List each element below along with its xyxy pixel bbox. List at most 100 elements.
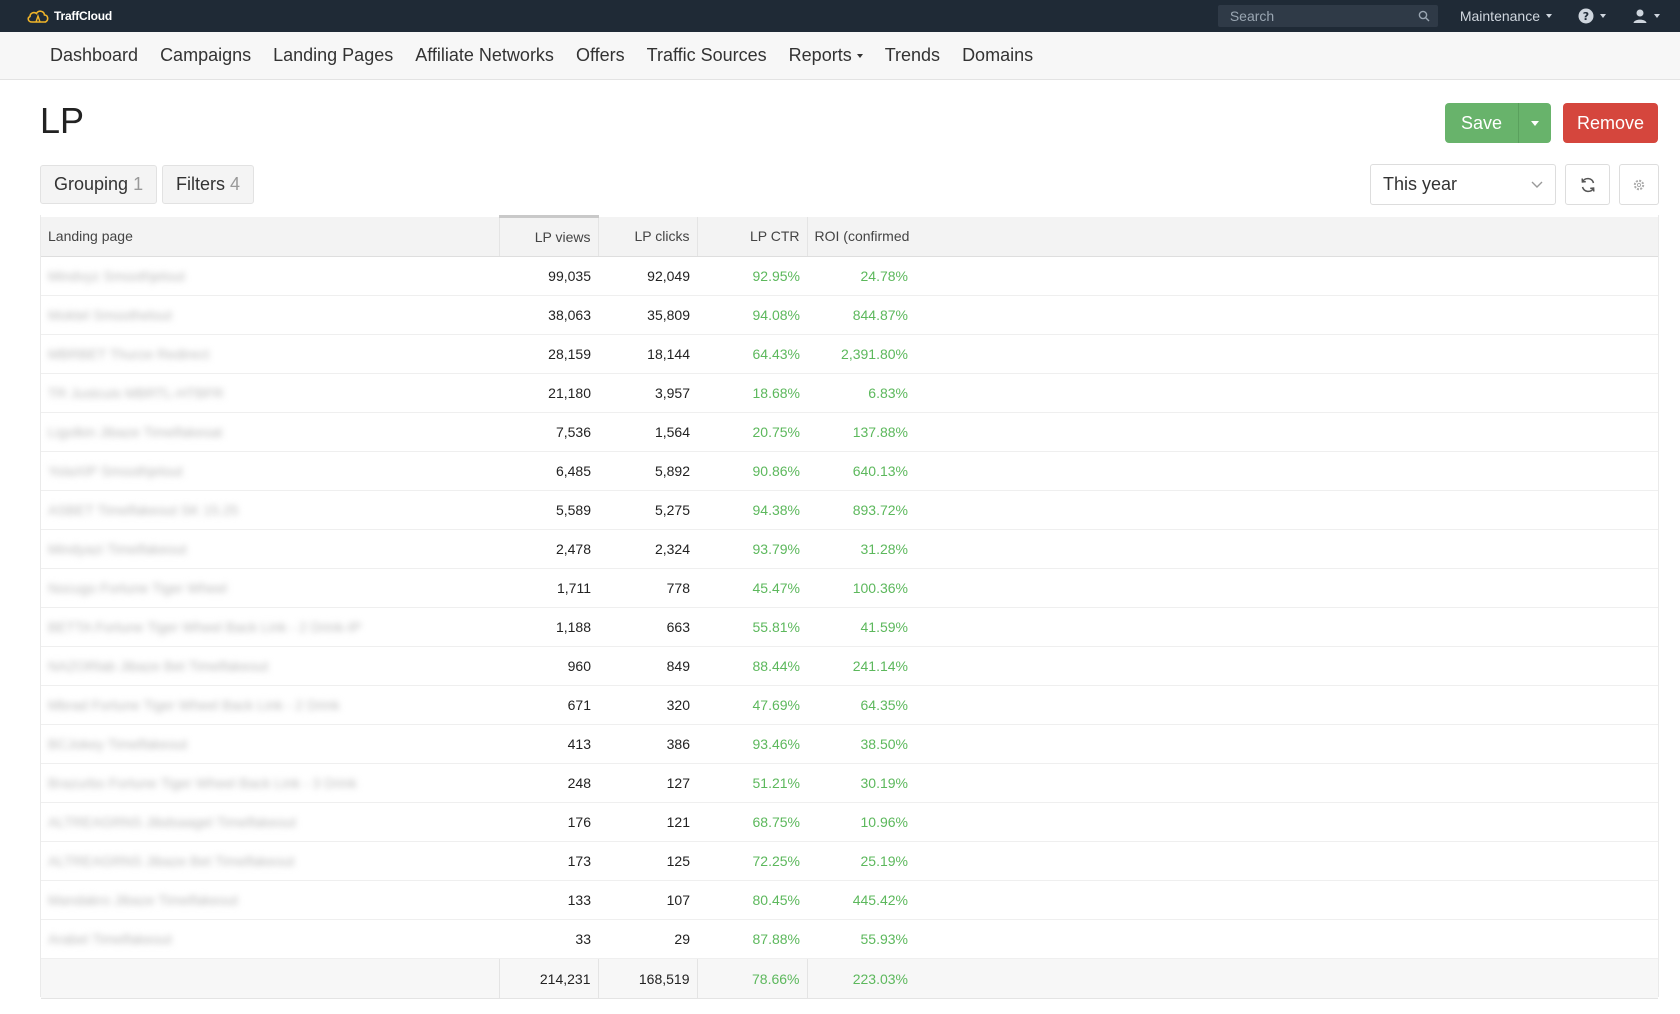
lp-clicks-cell: 5,275 xyxy=(598,490,697,530)
landing-page-name[interactable]: Moktel Smoothelout xyxy=(48,307,172,323)
lp-views-cell: 99,035 xyxy=(499,256,598,296)
nav-trends[interactable]: Trends xyxy=(885,45,940,66)
save-split-button: Save xyxy=(1444,103,1551,143)
landing-page-name[interactable]: ALTREAGRNS Jibdsaagel Timelfakeout xyxy=(48,814,296,830)
filters-button[interactable]: Filters 4 xyxy=(162,165,255,204)
table-row[interactable]: Moktel Smoothelout 38,063 35,809 94.08% 844.… xyxy=(41,295,1658,335)
table-row[interactable]: BCJokey Timelfakeout 413 386 93.46% 38.50% xyxy=(41,724,1658,764)
landing-page-name[interactable]: NAZORlab Jibaze Bet Timelfakeout xyxy=(48,658,268,674)
lp-ctr-cell: 51.21% xyxy=(697,763,807,803)
landing-page-cell[interactable]: Arabel Timelfakeout xyxy=(41,919,499,959)
lp-views-cell: 133 xyxy=(499,880,598,920)
landing-page-cell[interactable]: ASBET Timelfakeout SK 15.25 xyxy=(41,490,499,530)
save-button[interactable]: Save xyxy=(1444,103,1518,143)
table-row[interactable]: ASBET Timelfakeout SK 15.25 5,589 5,275 94.… xyxy=(41,490,1658,530)
landing-page-name[interactable]: YolaXIP Smoothjelout xyxy=(48,463,183,479)
table-row[interactable]: Brazurbo Fortune Tiger Wheel Back Link -… xyxy=(41,763,1658,803)
table-row[interactable]: MBRBET Thurze Redirect 28,159 18,144 64.43%… xyxy=(41,334,1658,374)
landing-page-cell[interactable]: Mindyazi Timelfakeout xyxy=(41,529,499,569)
search-icon[interactable] xyxy=(1418,10,1430,22)
total-ctr: 78.66% xyxy=(696,958,807,999)
landing-page-name[interactable]: Nocugo Fortune Tiger Wheel xyxy=(48,580,227,596)
table-row[interactable]: ALTREAGRNS Jibdsaagel Timelfakeout 176 121… xyxy=(41,802,1658,842)
table-row[interactable]: Mindvyz Smoothjelout 99,035 92,049 92.95% 24… xyxy=(41,256,1658,296)
landing-page-name[interactable]: Arabel Timelfakeout xyxy=(48,931,172,947)
landing-page-cell[interactable]: TR Justcuis MBRTL-HTBFR xyxy=(41,373,499,413)
search-input[interactable] xyxy=(1217,5,1438,27)
nav-offers[interactable]: Offers xyxy=(576,45,625,66)
landing-page-name[interactable]: BCJokey Timelfakeout xyxy=(48,736,187,752)
table-row[interactable]: NAZORlab Jibaze Bet Timelfakeout 960 849 88… xyxy=(41,646,1658,686)
landing-page-name[interactable]: Mindvyz Smoothjelout xyxy=(48,268,185,284)
row-filler xyxy=(915,919,1658,959)
remove-button[interactable]: Remove xyxy=(1562,103,1658,143)
landing-page-name[interactable]: ASBET Timelfakeout SK 15.25 xyxy=(48,502,238,518)
brand-logo[interactable]: TraffCloud xyxy=(26,8,112,24)
nav-campaigns[interactable]: Campaigns xyxy=(160,45,251,66)
landing-page-cell[interactable]: ALTREAGRNS Jibdsaagel Timelfakeout xyxy=(41,802,499,842)
refresh-button[interactable] xyxy=(1565,164,1610,205)
table-row[interactable]: Mbrad Fortune Tiger Wheel Back Link - 2 … xyxy=(41,685,1658,725)
table-settings-button[interactable] xyxy=(1619,164,1659,205)
landing-page-name[interactable]: Brazurbo Fortune Tiger Wheel Back Link -… xyxy=(48,775,357,791)
landing-page-cell[interactable]: Mandakro Jibaze Timelfakeout xyxy=(41,880,499,920)
table-row[interactable]: Mandakro Jibaze Timelfakeout 133 107 80.45%… xyxy=(41,880,1658,920)
nav-label: Traffic Sources xyxy=(646,45,767,65)
col-landing-page[interactable]: Landing page xyxy=(41,216,499,257)
landing-page-cell[interactable]: Brazurbo Fortune Tiger Wheel Back Link -… xyxy=(41,763,499,803)
col-lp-clicks[interactable]: LP clicks xyxy=(597,216,697,257)
landing-page-cell[interactable]: NAZORlab Jibaze Bet Timelfakeout xyxy=(41,646,499,686)
table-row[interactable]: YolaXIP Smoothjelout 6,485 5,892 90.86% 640.… xyxy=(41,451,1658,491)
landing-page-name[interactable]: Mandakro Jibaze Timelfakeout xyxy=(48,892,238,908)
nav-dashboard[interactable]: Dashboard xyxy=(50,45,138,66)
landing-page-name[interactable]: Ligolkin Jibaze Timelfakesat xyxy=(48,424,222,440)
user-menu[interactable] xyxy=(1632,8,1660,24)
landing-page-cell[interactable]: Ligolkin Jibaze Timelfakesat xyxy=(41,412,499,452)
lp-clicks-cell: 849 xyxy=(598,646,697,686)
lp-clicks-cell: 778 xyxy=(598,568,697,608)
save-options-button[interactable] xyxy=(1517,103,1551,143)
landing-page-cell[interactable]: MBRBET Thurze Redirect xyxy=(41,334,499,374)
landing-page-name[interactable]: MBRBET Thurze Redirect xyxy=(48,346,209,362)
table-row[interactable]: ALTREAGRNS Jibaze Bet Timelfakeout 173 125… xyxy=(41,841,1658,881)
landing-page-name[interactable]: Mindyazi Timelfakeout xyxy=(48,541,187,557)
caret-down-icon xyxy=(856,53,863,58)
table-row[interactable]: TR Justcuis MBRTL-HTBFR 21,180 3,957 18.68%… xyxy=(41,373,1658,413)
table-row[interactable]: BETTA Fortune Tiger Wheel Back Link - 2 … xyxy=(41,607,1658,647)
nav-landing-pages[interactable]: Landing Pages xyxy=(273,45,393,66)
landing-page-cell[interactable]: Mbrad Fortune Tiger Wheel Back Link - 2 … xyxy=(41,685,499,725)
help-menu[interactable]: ? xyxy=(1578,8,1606,24)
grouping-button[interactable]: Grouping 1 xyxy=(40,165,158,204)
totals-filler xyxy=(915,958,1658,999)
lp-ctr-cell: 94.38% xyxy=(697,490,807,530)
landing-page-cell[interactable]: ALTREAGRNS Jibaze Bet Timelfakeout xyxy=(41,841,499,881)
col-roi-confirmed[interactable]: ROI (confirmed xyxy=(806,216,915,257)
nav-traffic-sources[interactable]: Traffic Sources xyxy=(647,45,767,66)
lp-ctr-cell: 68.75% xyxy=(697,802,807,842)
nav-affiliate-networks[interactable]: Affiliate Networks xyxy=(415,45,554,66)
nav-domains[interactable]: Domains xyxy=(962,45,1033,66)
table-body: Mindvyz Smoothjelout 99,035 92,049 92.95% 24… xyxy=(41,256,1658,959)
date-range-select[interactable]: This year xyxy=(1370,164,1556,205)
col-lp-views[interactable]: LP views xyxy=(498,215,598,257)
landing-page-cell[interactable]: BCJokey Timelfakeout xyxy=(41,724,499,764)
landing-page-name[interactable]: Mbrad Fortune Tiger Wheel Back Link - 2 … xyxy=(48,697,340,713)
landing-page-cell[interactable]: BETTA Fortune Tiger Wheel Back Link - 2 … xyxy=(41,607,499,647)
landing-page-cell[interactable]: Moktel Smoothelout xyxy=(41,295,499,335)
lp-views-cell: 413 xyxy=(499,724,598,764)
landing-page-name[interactable]: BETTA Fortune Tiger Wheel Back Link - 2 … xyxy=(48,619,361,635)
table-row[interactable]: Mindyazi Timelfakeout 2,478 2,324 93.79% 31.… xyxy=(41,529,1658,569)
maintenance-menu[interactable]: Maintenance xyxy=(1460,8,1552,24)
table-row[interactable]: Nocugo Fortune Tiger Wheel 1,711 778 45.47%… xyxy=(41,568,1658,608)
roi-cell: 844.87% xyxy=(807,295,915,335)
landing-page-name[interactable]: ALTREAGRNS Jibaze Bet Timelfakeout xyxy=(48,853,294,869)
nav-reports[interactable]: Reports xyxy=(789,45,863,66)
landing-page-cell[interactable]: Mindvyz Smoothjelout xyxy=(41,256,499,296)
landing-page-name[interactable]: TR Justcuis MBRTL-HTBFR xyxy=(48,385,224,401)
landing-page-cell[interactable]: Nocugo Fortune Tiger Wheel xyxy=(41,568,499,608)
landing-page-cell[interactable]: YolaXIP Smoothjelout xyxy=(41,451,499,491)
table-row[interactable]: Ligolkin Jibaze Timelfakesat 7,536 1,564 20… xyxy=(41,412,1658,452)
lp-ctr-cell: 80.45% xyxy=(697,880,807,920)
col-lp-ctr[interactable]: LP CTR xyxy=(696,216,807,257)
table-row[interactable]: Arabel Timelfakeout 33 29 87.88% 55.93% xyxy=(41,919,1658,959)
